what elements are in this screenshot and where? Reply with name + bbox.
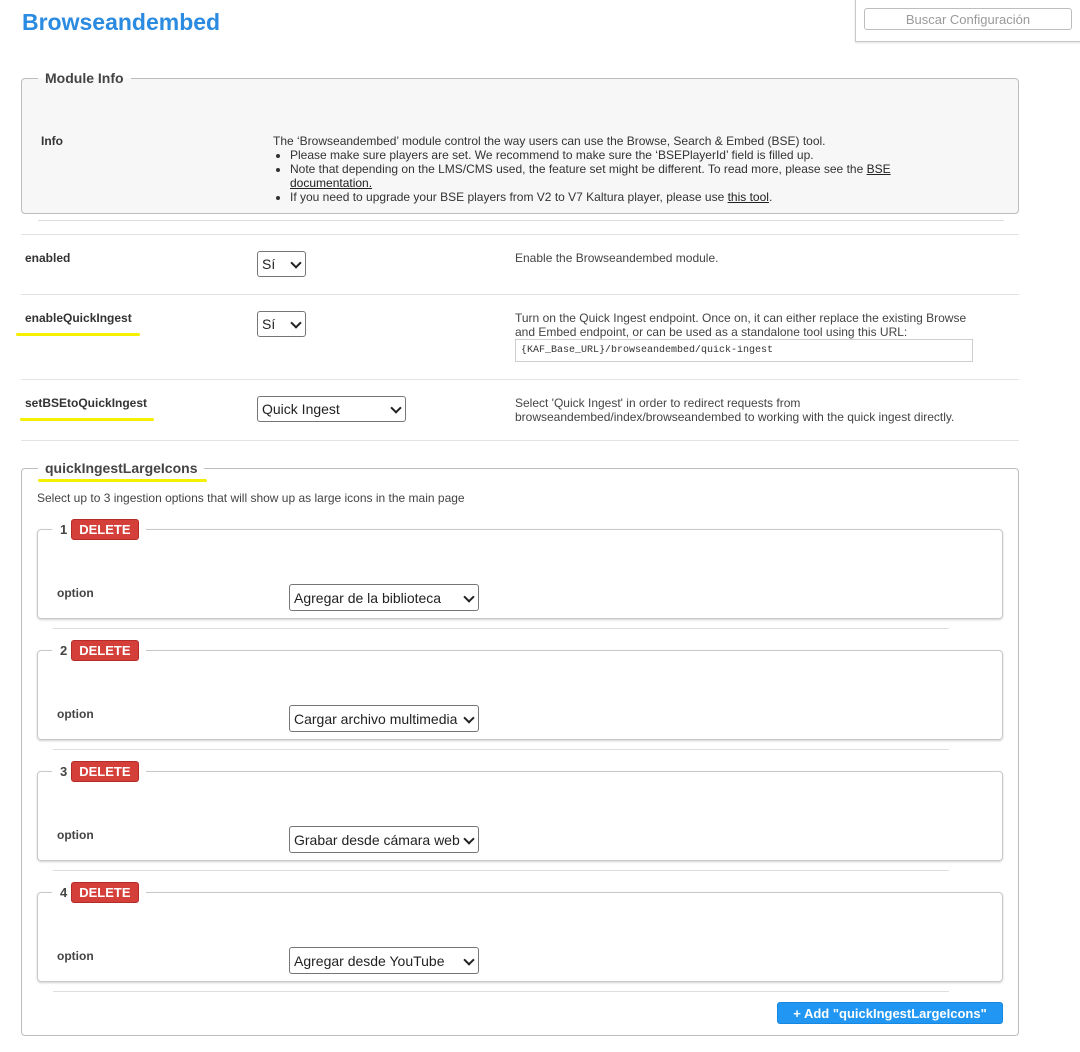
set-bse-to-quick-ingest-description: Select 'Quick Ingest' in order to redire… [515, 396, 955, 424]
info-bullet-3-end: . [768, 190, 773, 204]
info-bullet-2: Note that depending on the LMS/CMS used,… [290, 162, 913, 190]
quick-ingest-help-text: Select up to 3 ingestion options that wi… [37, 491, 465, 505]
enable-quick-ingest-description: Turn on the Quick Ingest endpoint. Once … [515, 311, 967, 339]
item-number: 4 [60, 885, 68, 900]
quick-ingest-url-field[interactable] [515, 339, 973, 362]
search-panel [855, 0, 1080, 42]
option-label: option [57, 949, 94, 963]
divider [53, 749, 949, 750]
ingest-option-item-4: 4 DELETE option Agregar desde YouTube [37, 882, 1003, 992]
add-quick-ingest-large-icons-button[interactable]: + Add "quickIngestLargeIcons" [777, 1002, 1003, 1024]
set-bse-to-quick-ingest-label: setBSEtoQuickIngest [25, 396, 148, 410]
info-bullet-3-text: If you need to upgrade your BSE players … [290, 190, 728, 204]
option-3-select[interactable]: Grabar desde cámara web [289, 826, 479, 853]
divider [53, 628, 949, 629]
module-info-panel: Module Info Info The ‘Browseandembed’ mo… [21, 70, 1019, 221]
item-legend: 4 DELETE [52, 882, 146, 903]
option-select-wrap: Agregar desde YouTube [289, 947, 479, 974]
delete-item-1-button[interactable]: DELETE [71, 519, 139, 540]
divider [53, 991, 949, 992]
ingest-option-item-1: 1 DELETE option Agregar de la biblioteca [37, 519, 1003, 629]
item-number: 2 [60, 643, 68, 658]
info-bullet-2-text: Note that depending on the LMS/CMS used,… [290, 162, 867, 176]
enabled-description: Enable the Browseandembed module. [515, 251, 719, 265]
enable-quick-ingest-select-wrap: Sí [257, 311, 306, 337]
delete-item-2-button[interactable]: DELETE [71, 640, 139, 661]
set-bse-select-wrap: Quick Ingest [257, 396, 406, 422]
page-title: Browseandembed [22, 9, 221, 35]
item-legend: 3 DELETE [52, 761, 146, 782]
ingest-option-item-3: 3 DELETE option Grabar desde cámara web [37, 761, 1003, 871]
highlight-marker [38, 479, 207, 482]
item-legend: 2 DELETE [52, 640, 146, 661]
set-bse-to-quick-ingest-select[interactable]: Quick Ingest [257, 396, 406, 422]
divider [21, 294, 1019, 295]
enabled-select[interactable]: Sí [257, 251, 306, 277]
option-label: option [57, 707, 94, 721]
divider [21, 234, 1019, 235]
delete-item-3-button[interactable]: DELETE [71, 761, 139, 782]
divider [38, 220, 1004, 221]
ingest-option-item-2: 2 DELETE option Cargar archivo multimedi… [37, 640, 1003, 750]
quick-ingest-large-icons-legend: quickIngestLargeIcons [45, 460, 198, 476]
module-info-legend: Module Info [45, 70, 124, 86]
item-number: 1 [60, 522, 68, 537]
info-list: Please make sure players are set. We rec… [273, 148, 913, 204]
option-select-wrap: Cargar archivo multimedia [289, 705, 479, 732]
delete-item-4-button[interactable]: DELETE [71, 882, 139, 903]
item-legend: 1 DELETE [52, 519, 146, 540]
search-input[interactable] [864, 8, 1072, 30]
highlight-marker [16, 333, 140, 336]
enabled-select-wrap: Sí [257, 251, 306, 277]
info-text: The ‘Browseandembed’ module control the … [273, 134, 913, 204]
option-1-select[interactable]: Agregar de la biblioteca [289, 584, 479, 611]
option-select-wrap: Agregar de la biblioteca [289, 584, 479, 611]
info-intro: The ‘Browseandembed’ module control the … [273, 134, 826, 148]
option-label: option [57, 828, 94, 842]
divider [53, 870, 949, 871]
item-number: 3 [60, 764, 68, 779]
info-label: Info [41, 134, 63, 148]
this-tool-link[interactable]: this tool [728, 190, 769, 204]
highlight-marker [20, 418, 154, 421]
divider [21, 440, 1019, 441]
enable-quick-ingest-label: enableQuickIngest [25, 311, 132, 325]
enabled-label: enabled [25, 251, 71, 265]
divider [21, 379, 1019, 380]
info-bullet-1: Please make sure players are set. We rec… [290, 148, 913, 162]
enable-quick-ingest-select[interactable]: Sí [257, 311, 306, 337]
info-bullet-3: If you need to upgrade your BSE players … [290, 190, 913, 204]
option-label: option [57, 586, 94, 600]
option-2-select[interactable]: Cargar archivo multimedia [289, 705, 479, 732]
option-4-select[interactable]: Agregar desde YouTube [289, 947, 479, 974]
option-select-wrap: Grabar desde cámara web [289, 826, 479, 853]
